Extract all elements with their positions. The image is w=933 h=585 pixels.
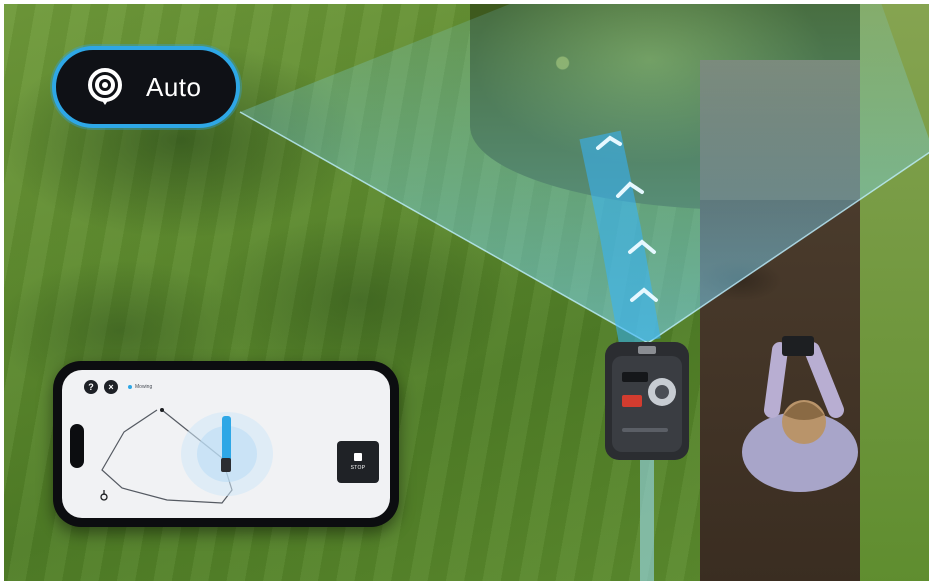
phone-device: ? × Mowing STOP (53, 361, 399, 527)
app-screen: ? × Mowing STOP (62, 370, 390, 518)
stop-button[interactable]: STOP (337, 441, 379, 483)
map-mower-path (222, 416, 231, 464)
robot-mower (605, 342, 689, 460)
auto-mode-label: Auto (146, 71, 202, 102)
signal-pin-icon (88, 68, 122, 105)
stop-label: STOP (350, 465, 366, 471)
map-mower-icon (221, 458, 231, 472)
auto-mode-badge: Auto (52, 46, 240, 128)
photo-scene: Auto ? × Mowing STOP (0, 0, 933, 585)
map-point-marker (160, 408, 164, 412)
trail-line (640, 455, 654, 585)
charging-station-icon (100, 490, 108, 501)
stop-square-icon (354, 453, 362, 461)
person-operator (742, 336, 858, 492)
